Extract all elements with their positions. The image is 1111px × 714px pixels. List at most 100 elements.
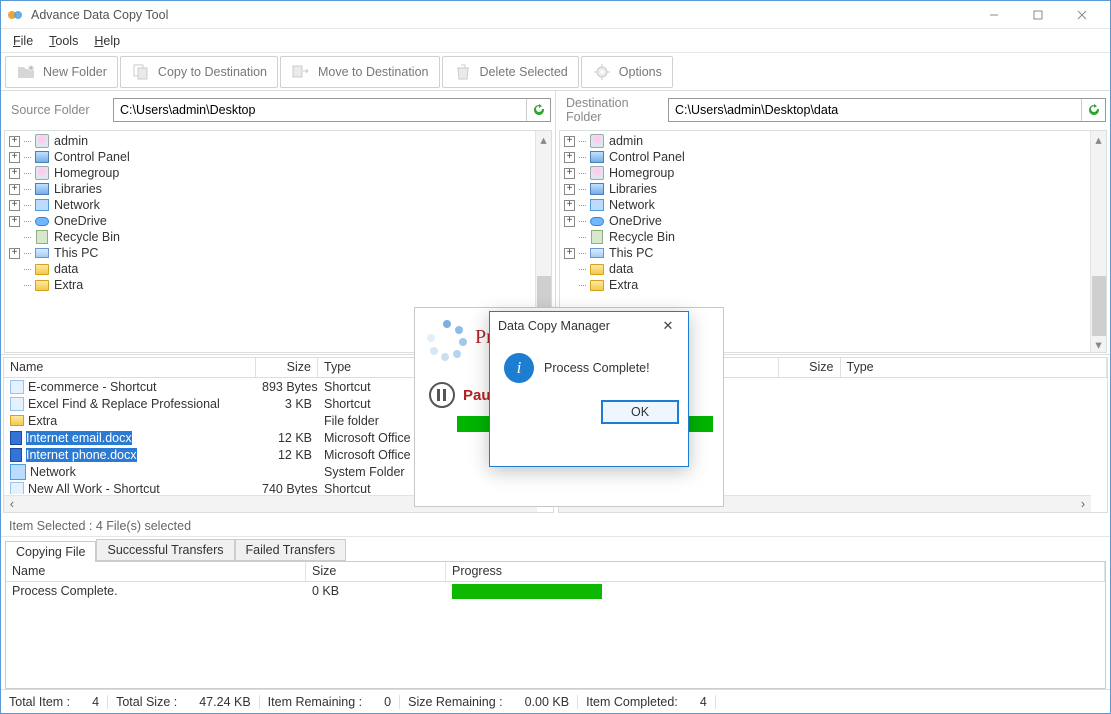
- pause-button[interactable]: Pau: [429, 382, 491, 408]
- tree-item[interactable]: OneDrive: [560, 213, 1090, 229]
- copy-to-destination-button[interactable]: Copy to Destination: [120, 56, 278, 88]
- destination-tree-scrollbar[interactable]: ▴ ▾: [1090, 131, 1106, 352]
- delete-label: Delete Selected: [480, 65, 568, 79]
- tree-item[interactable]: Libraries: [5, 181, 535, 197]
- file-size: 893 Bytes: [256, 380, 318, 394]
- tab-copying-file[interactable]: Copying File: [5, 541, 96, 562]
- tree-item[interactable]: Control Panel: [560, 149, 1090, 165]
- tab-successful-transfers[interactable]: Successful Transfers: [96, 539, 234, 561]
- tree-item[interactable]: Network: [5, 197, 535, 213]
- dialog-close-button[interactable]: ✕: [656, 318, 680, 334]
- net-icon: [589, 197, 605, 213]
- tree-item[interactable]: data: [560, 261, 1090, 277]
- expand-icon[interactable]: [564, 168, 575, 179]
- expand-icon[interactable]: [564, 136, 575, 147]
- menu-help[interactable]: Help: [88, 32, 126, 50]
- tree-item[interactable]: data: [5, 261, 535, 277]
- menu-tools[interactable]: Tools: [43, 32, 84, 50]
- tree-item[interactable]: Homegroup: [560, 165, 1090, 181]
- expand-icon[interactable]: [564, 216, 575, 227]
- expand-icon[interactable]: [9, 200, 20, 211]
- scroll-up-icon[interactable]: ▴: [536, 131, 552, 147]
- destination-path-input[interactable]: [669, 101, 1081, 119]
- tree-item[interactable]: Recycle Bin: [560, 229, 1090, 245]
- tree-item-label: Control Panel: [54, 149, 130, 165]
- tree-item-label: OneDrive: [54, 213, 107, 229]
- tree-item[interactable]: Network: [560, 197, 1090, 213]
- tree-item[interactable]: OneDrive: [5, 213, 535, 229]
- file-name: Internet email.docx: [26, 431, 132, 445]
- tab-failed-transfers[interactable]: Failed Transfers: [235, 539, 347, 561]
- maximize-button[interactable]: [1016, 1, 1060, 29]
- file-name: Extra: [28, 414, 57, 428]
- user-icon: [34, 133, 50, 149]
- scroll-right-icon[interactable]: ›: [1075, 496, 1091, 512]
- tree-item[interactable]: Control Panel: [5, 149, 535, 165]
- destination-path-field: [668, 98, 1106, 122]
- expand-icon[interactable]: [564, 152, 575, 163]
- scroll-up-icon[interactable]: ▴: [1091, 131, 1107, 147]
- move-to-destination-button[interactable]: Move to Destination: [280, 56, 439, 88]
- tree-item[interactable]: Extra: [5, 277, 535, 293]
- source-path-input[interactable]: [114, 101, 526, 119]
- file-name: Excel Find & Replace Professional: [28, 397, 220, 411]
- col-size[interactable]: Size: [306, 562, 446, 581]
- tree-item[interactable]: This PC: [5, 245, 535, 261]
- new-folder-button[interactable]: New Folder: [5, 56, 118, 88]
- tree-item[interactable]: This PC: [560, 245, 1090, 261]
- size-remaining-label: Size Remaining :: [408, 695, 503, 709]
- expand-icon[interactable]: [9, 216, 20, 227]
- tree-item[interactable]: Libraries: [560, 181, 1090, 197]
- net-icon: [34, 197, 50, 213]
- titlebar: Advance Data Copy Tool: [1, 1, 1110, 29]
- col-name[interactable]: Name: [6, 562, 306, 581]
- close-button[interactable]: [1060, 1, 1104, 29]
- tree-item-label: Recycle Bin: [609, 229, 675, 245]
- expand-icon[interactable]: [564, 184, 575, 195]
- destination-folder-label: Destination Folder: [560, 96, 662, 124]
- options-button[interactable]: Options: [581, 56, 673, 88]
- dialog-message: Process Complete!: [544, 361, 650, 375]
- col-progress[interactable]: Progress: [446, 562, 1105, 581]
- ok-button[interactable]: OK: [602, 401, 678, 423]
- tree-item[interactable]: Extra: [560, 277, 1090, 293]
- user-icon: [34, 165, 50, 181]
- message-dialog: Data Copy Manager ✕ i Process Complete! …: [489, 311, 689, 467]
- menu-file[interactable]: File: [7, 32, 39, 50]
- tree-item-label: Libraries: [54, 181, 102, 197]
- expand-icon[interactable]: [564, 248, 575, 259]
- drive-icon: [589, 245, 605, 261]
- expand-icon[interactable]: [9, 184, 20, 195]
- delete-selected-button[interactable]: Delete Selected: [442, 56, 579, 88]
- expand-icon[interactable]: [9, 152, 20, 163]
- tree-item[interactable]: admin: [560, 133, 1090, 149]
- expand-icon[interactable]: [564, 200, 575, 211]
- status-bar: Total Item :4 Total Size :47.24 KB Item …: [1, 689, 1110, 713]
- app-logo-icon: [7, 7, 23, 23]
- col-size[interactable]: Size: [779, 358, 841, 377]
- scroll-left-icon[interactable]: ‹: [4, 496, 20, 512]
- tree-item[interactable]: Homegroup: [5, 165, 535, 181]
- tree-item[interactable]: Recycle Bin: [5, 229, 535, 245]
- destination-refresh-button[interactable]: [1081, 99, 1105, 121]
- file-name: New All Work - Shortcut: [28, 482, 160, 495]
- trash-icon: [453, 62, 473, 82]
- options-label: Options: [619, 65, 662, 79]
- source-refresh-button[interactable]: [526, 99, 550, 121]
- expand-icon[interactable]: [9, 168, 20, 179]
- toolbar: New Folder Copy to Destination Move to D…: [1, 53, 1110, 91]
- scroll-thumb[interactable]: [1092, 276, 1106, 336]
- col-size[interactable]: Size: [256, 358, 318, 377]
- file-size: 12 KB: [256, 431, 318, 445]
- window-title: Advance Data Copy Tool: [31, 8, 972, 22]
- expand-icon[interactable]: [9, 136, 20, 147]
- expand-icon[interactable]: [9, 248, 20, 259]
- transfer-progress: [446, 583, 1105, 599]
- scroll-down-icon[interactable]: ▾: [1091, 336, 1107, 352]
- minimize-button[interactable]: [972, 1, 1016, 29]
- user-icon: [589, 133, 605, 149]
- tree-item[interactable]: admin: [5, 133, 535, 149]
- col-type[interactable]: Type: [841, 358, 1108, 377]
- dialog-titlebar: Data Copy Manager ✕: [490, 312, 688, 339]
- col-name[interactable]: Name: [4, 358, 256, 377]
